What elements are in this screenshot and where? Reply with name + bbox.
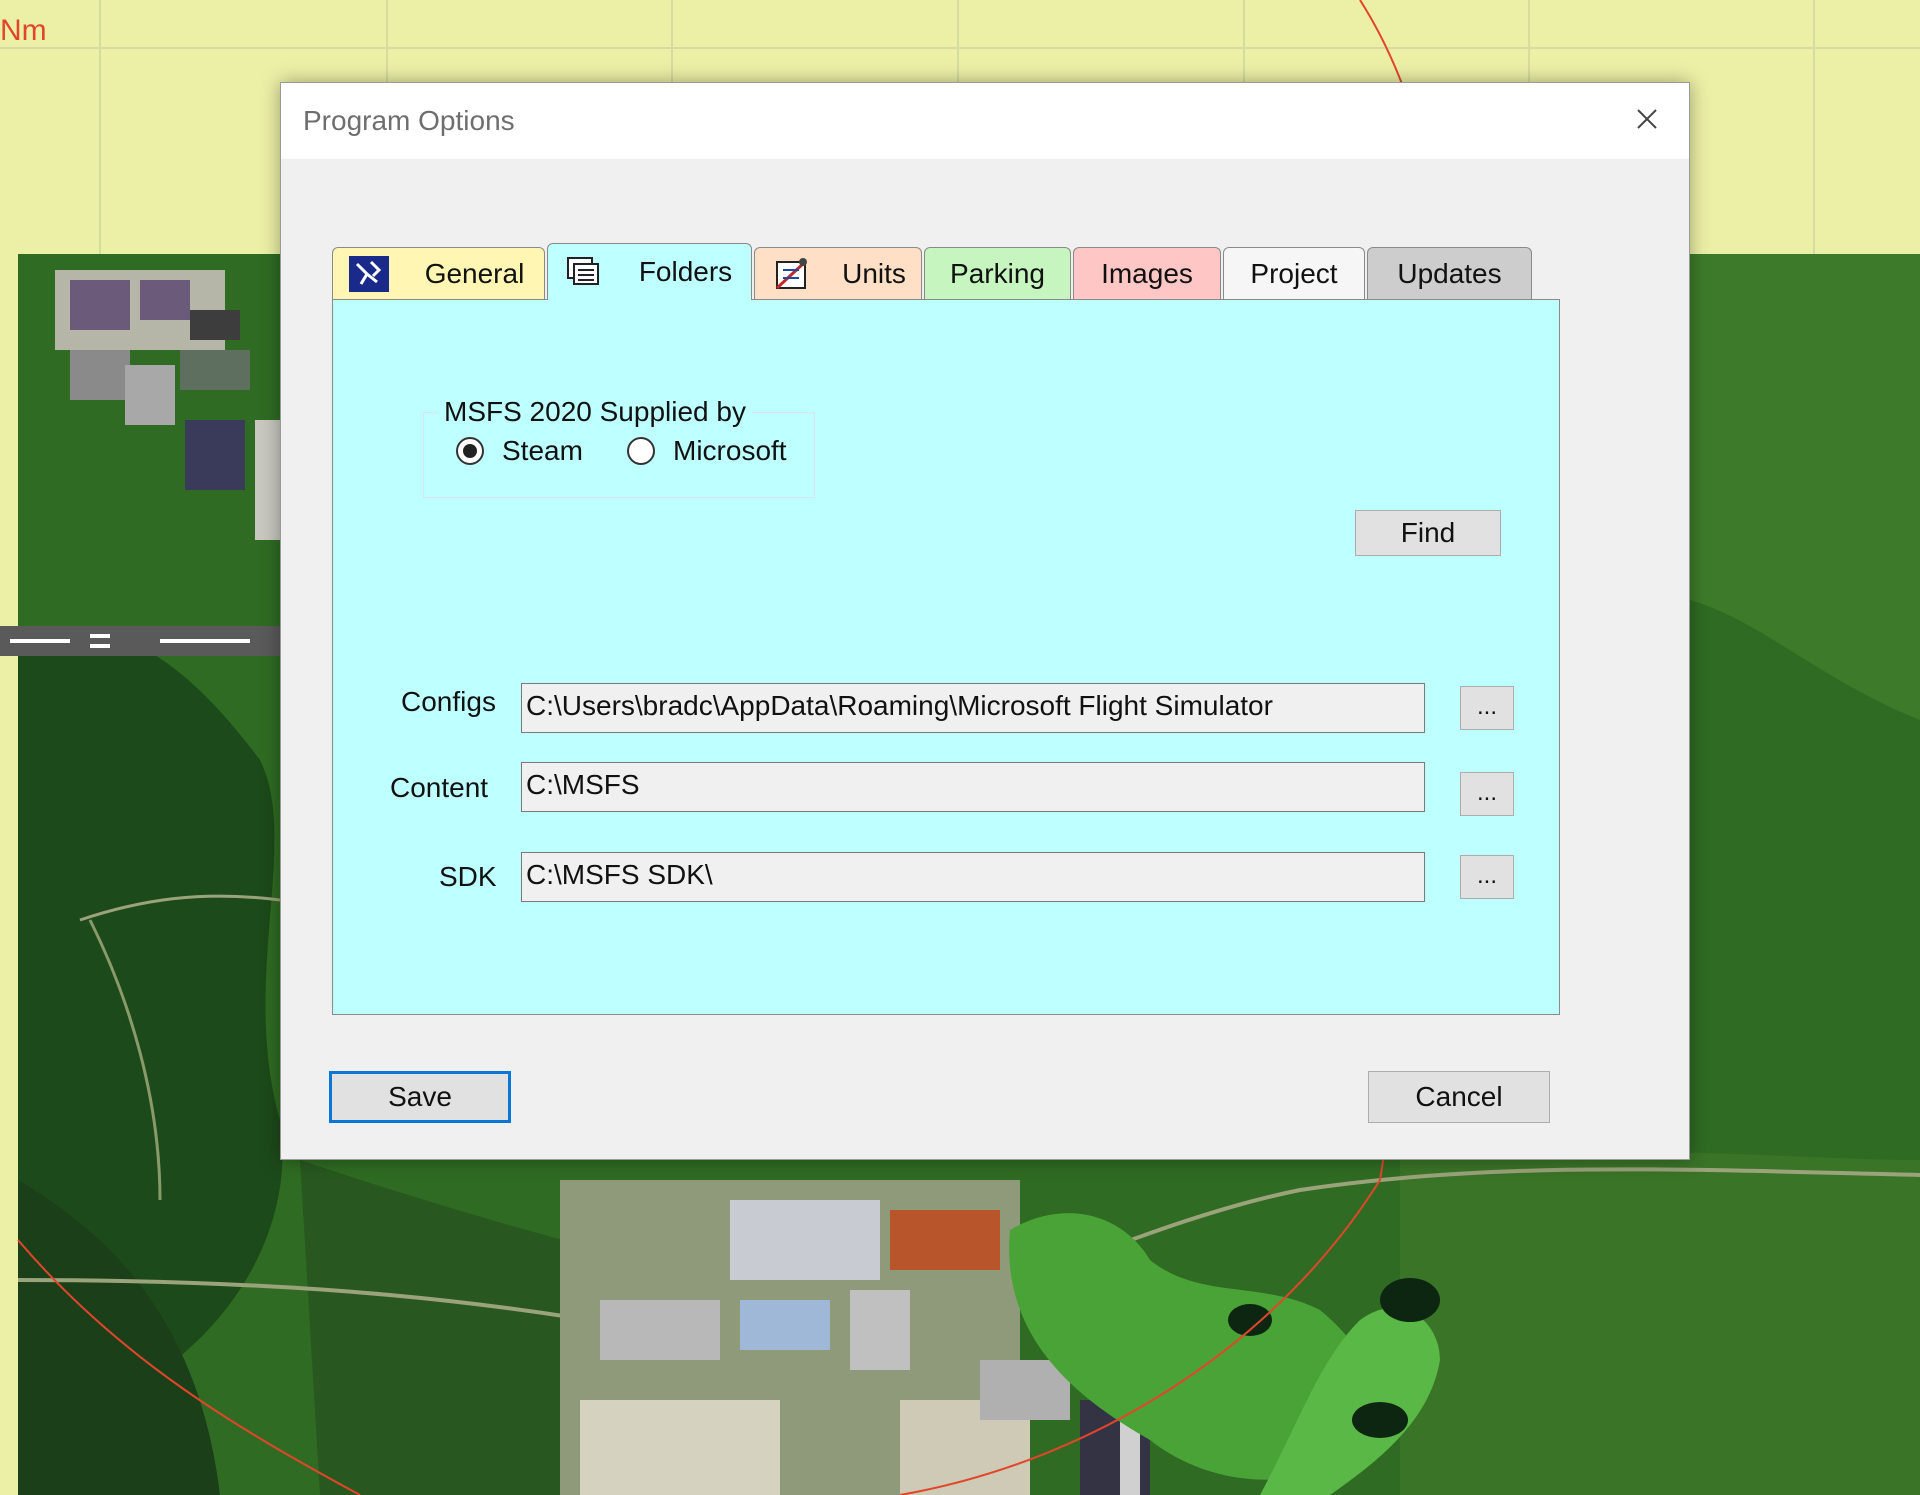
sdk-field[interactable]: C:\MSFS SDK\ bbox=[521, 852, 1425, 902]
configs-browse-button[interactable]: ... bbox=[1460, 686, 1514, 730]
radio-microsoft-label: Microsoft bbox=[673, 435, 787, 466]
scale-unit-label: Nm bbox=[0, 14, 47, 47]
supplier-group-legend: MSFS 2020 Supplied by bbox=[444, 396, 746, 427]
radio-microsoft-indicator[interactable] bbox=[627, 437, 655, 465]
save-button[interactable]: Save bbox=[329, 1071, 511, 1123]
sdk-browse-button[interactable]: ... bbox=[1460, 855, 1514, 899]
content-browse-button[interactable]: ... bbox=[1460, 772, 1514, 816]
tab-images-label: Images bbox=[1101, 257, 1193, 289]
tab-project-label: Project bbox=[1250, 257, 1338, 289]
folders-panel: MSFS 2020 Supplied by Steam Microsoft Fi… bbox=[332, 299, 1560, 1015]
configs-label: Configs bbox=[401, 686, 496, 717]
content-field[interactable]: C:\MSFS bbox=[521, 762, 1425, 812]
radio-microsoft[interactable]: Microsoft bbox=[627, 435, 787, 467]
tab-units-label: Units bbox=[842, 257, 906, 289]
program-options-dialog: Program Options General Folders Units Pa… bbox=[280, 82, 1690, 1160]
tab-units[interactable]: Units bbox=[754, 247, 922, 299]
tab-parking-label: Parking bbox=[950, 257, 1045, 289]
radio-steam-label: Steam bbox=[502, 435, 583, 466]
sdk-label: SDK bbox=[439, 861, 497, 892]
tab-updates-label: Updates bbox=[1397, 257, 1502, 289]
content-label: Content bbox=[390, 772, 489, 803]
tab-general[interactable]: General bbox=[332, 247, 545, 299]
folders-icon bbox=[567, 257, 599, 285]
tab-project[interactable]: Project bbox=[1223, 247, 1365, 299]
tab-folders-label: Folders bbox=[638, 256, 733, 287]
close-icon bbox=[1637, 109, 1657, 129]
general-settings-icon bbox=[349, 255, 389, 292]
cancel-button[interactable]: Cancel bbox=[1368, 1071, 1550, 1123]
configs-field[interactable]: C:\Users\bradc\AppData\Roaming\Microsoft… bbox=[521, 683, 1425, 733]
tab-folders[interactable]: Folders bbox=[547, 243, 752, 300]
radio-steam-indicator[interactable] bbox=[456, 437, 484, 465]
tab-parking[interactable]: Parking bbox=[924, 247, 1071, 299]
tab-images[interactable]: Images bbox=[1073, 247, 1221, 299]
close-button[interactable] bbox=[1627, 99, 1667, 139]
units-icon bbox=[775, 257, 807, 289]
dialog-title: Program Options bbox=[303, 105, 515, 136]
tab-updates[interactable]: Updates bbox=[1367, 247, 1532, 299]
radio-steam[interactable]: Steam bbox=[456, 435, 583, 467]
tab-general-label: General bbox=[424, 257, 525, 289]
find-button[interactable]: Find bbox=[1355, 510, 1501, 556]
dialog-titlebar[interactable]: Program Options bbox=[281, 83, 1689, 159]
